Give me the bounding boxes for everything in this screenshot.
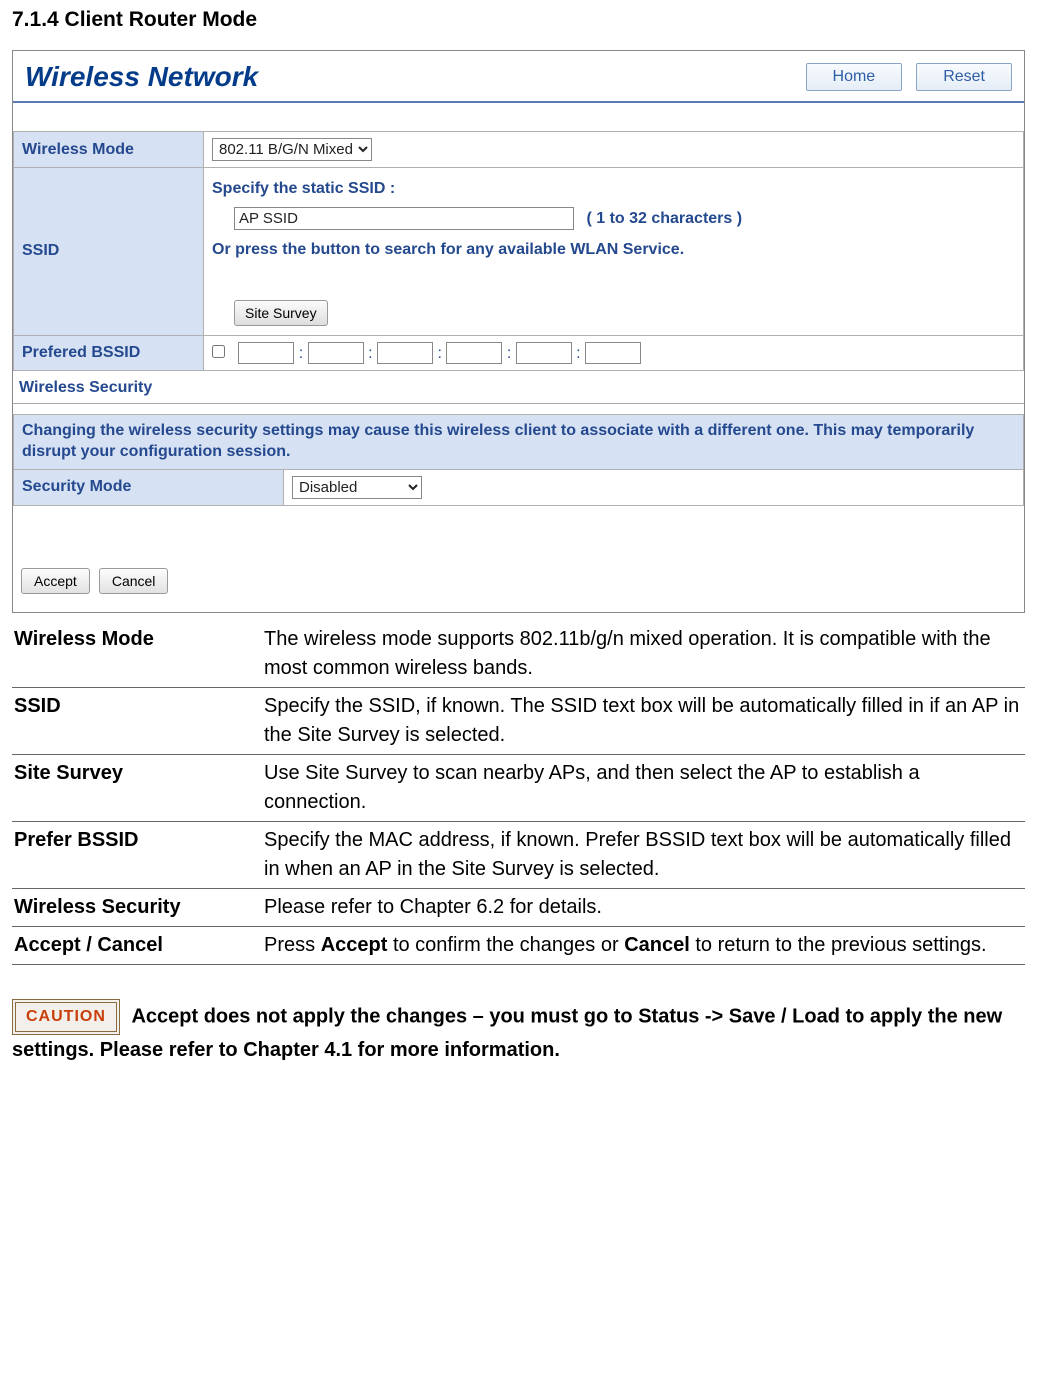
def-desc: Specify the MAC address, if known. Prefe… bbox=[262, 821, 1025, 888]
bssid-checkbox[interactable] bbox=[212, 345, 225, 358]
def-desc: Please refer to Chapter 6.2 for details. bbox=[262, 888, 1025, 926]
def-term: Site Survey bbox=[12, 754, 262, 821]
def-desc: Specify the SSID, if known. The SSID tex… bbox=[262, 687, 1025, 754]
accept-button[interactable]: Accept bbox=[21, 568, 90, 594]
security-mode-label: Security Mode bbox=[14, 469, 284, 505]
def-term: Prefer BSSID bbox=[12, 821, 262, 888]
def-term: Wireless Security bbox=[12, 888, 262, 926]
reset-button[interactable]: Reset bbox=[916, 63, 1012, 91]
definitions-table: Wireless ModeThe wireless mode supports … bbox=[12, 621, 1025, 965]
cancel-button[interactable]: Cancel bbox=[99, 568, 169, 594]
def-desc: Press Accept to confirm the changes or C… bbox=[262, 926, 1025, 964]
def-term: SSID bbox=[12, 687, 262, 754]
def-term: Accept / Cancel bbox=[12, 926, 262, 964]
section-heading: 7.1.4 Client Router Mode bbox=[12, 8, 1025, 32]
ssid-chars-hint: ( 1 to 32 characters ) bbox=[586, 210, 742, 227]
router-ui-panel: Wireless Network Home Reset Wireless Mod… bbox=[12, 50, 1025, 613]
caution-text: Accept does not apply the changes – you … bbox=[12, 1005, 1002, 1061]
site-survey-button[interactable]: Site Survey bbox=[234, 300, 328, 326]
def-desc: The wireless mode supports 802.11b/g/n m… bbox=[262, 621, 1025, 688]
bssid-field-5[interactable] bbox=[516, 342, 572, 364]
bssid-field-1[interactable] bbox=[238, 342, 294, 364]
def-desc: Use Site Survey to scan nearby APs, and … bbox=[262, 754, 1025, 821]
security-mode-select[interactable]: Disabled bbox=[292, 476, 422, 499]
page-title: Wireless Network bbox=[25, 61, 258, 93]
security-config-table: Changing the wireless security settings … bbox=[13, 414, 1024, 506]
caution-note: CAUTION Accept does not apply the change… bbox=[12, 999, 1025, 1065]
wireless-mode-label: Wireless Mode bbox=[14, 132, 204, 168]
security-warning-text: Changing the wireless security settings … bbox=[14, 414, 1024, 469]
ssid-label: SSID bbox=[14, 168, 204, 336]
wireless-mode-select[interactable]: 802.11 B/G/N Mixed bbox=[212, 138, 372, 161]
bssid-field-4[interactable] bbox=[446, 342, 502, 364]
bssid-field-6[interactable] bbox=[585, 342, 641, 364]
home-button[interactable]: Home bbox=[806, 63, 903, 91]
bssid-field-2[interactable] bbox=[308, 342, 364, 364]
wireless-config-table: Wireless Mode 802.11 B/G/N Mixed SSID Sp… bbox=[13, 131, 1024, 371]
ssid-or-text: Or press the button to search for any av… bbox=[212, 241, 684, 258]
caution-icon: CAUTION bbox=[12, 999, 120, 1035]
wireless-security-header: Wireless Security bbox=[13, 371, 1024, 404]
def-term: Wireless Mode bbox=[12, 621, 262, 688]
bssid-field-3[interactable] bbox=[377, 342, 433, 364]
ssid-static-text: Specify the static SSID : bbox=[212, 180, 395, 197]
bssid-label: Prefered BSSID bbox=[14, 335, 204, 370]
ssid-input[interactable] bbox=[234, 207, 574, 230]
